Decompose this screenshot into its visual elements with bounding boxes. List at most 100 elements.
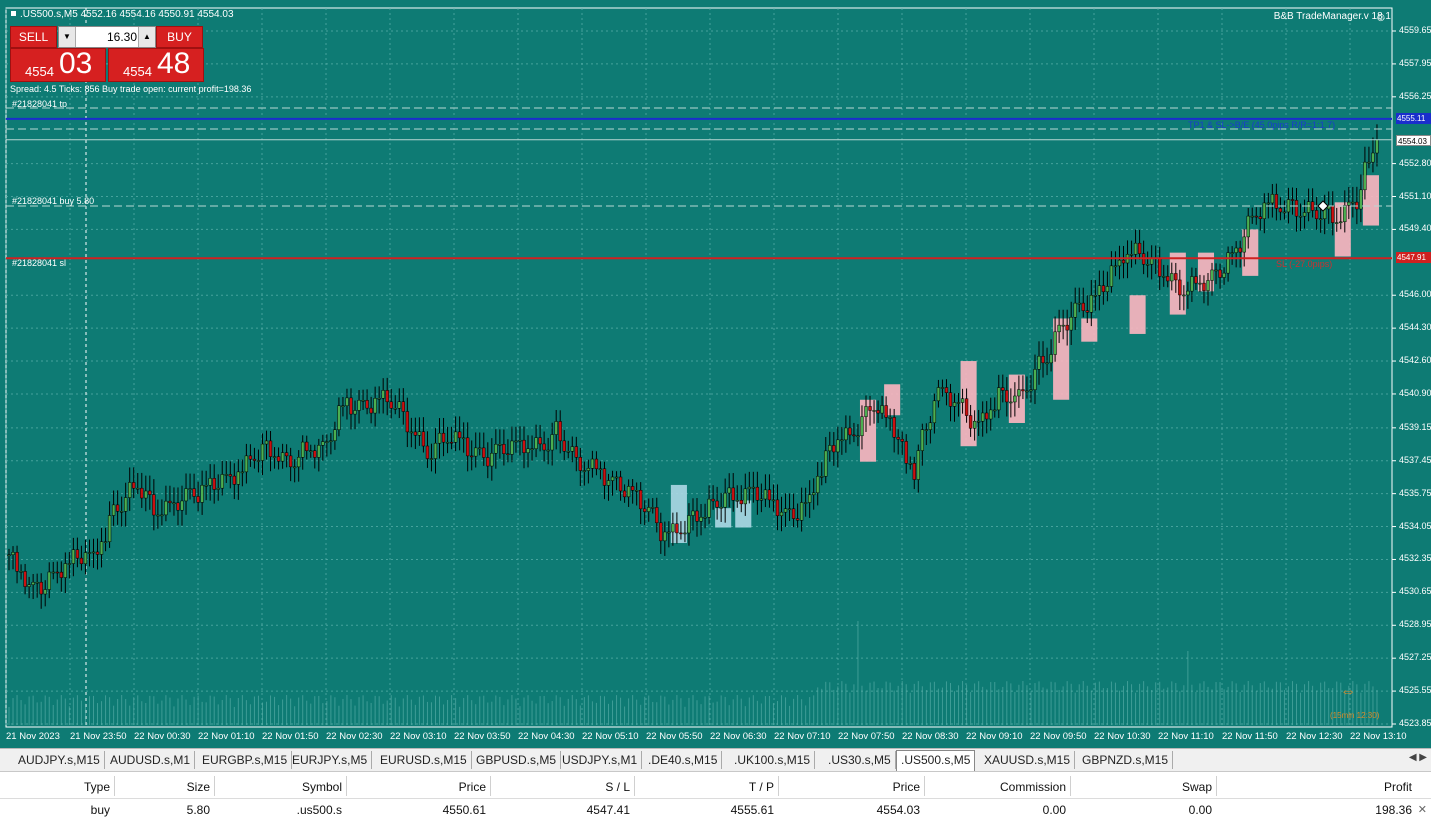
table-header[interactable]: Type (84, 780, 110, 794)
table-header[interactable]: Commission (1000, 780, 1066, 794)
volume-stepper[interactable]: ▼ ▲ (58, 26, 156, 48)
table-header[interactable]: T / P (749, 780, 774, 794)
chart-tab[interactable]: .DE40.s,M15 (644, 751, 723, 769)
candle-bull (1210, 269, 1214, 281)
candle-bear (695, 510, 699, 522)
table-cell[interactable]: 4547.41 (587, 803, 630, 817)
x-axis-label: 21 Nov 23:50 (70, 731, 127, 742)
y-axis-label: 4557.95 (1399, 57, 1431, 68)
candle-bull (803, 502, 808, 504)
candle-bear (594, 458, 599, 470)
candle-bear (506, 453, 510, 455)
candle-bull (626, 486, 631, 498)
chart-tabs: ◀ ▶ AUDJPY.s,M15 AUDUSD.s,M1 EURGBP.s,M15 E… (0, 748, 1431, 771)
chart-area[interactable]: .US500.s,M5 4552.16 4554.16 4550.91 4554… (0, 0, 1431, 748)
y-axis-label: 4551.10 (1399, 190, 1431, 201)
candle-bull (924, 429, 929, 431)
table-cell[interactable]: 4555.61 (731, 803, 774, 817)
candle-bear (1005, 390, 1009, 403)
candle-bull (550, 434, 554, 451)
table-header[interactable]: Symbol (302, 780, 342, 794)
table-cell[interactable]: 4550.61 (443, 803, 486, 817)
candle-bull (763, 489, 768, 500)
chart-tab[interactable]: .UK100.s,M15 (730, 751, 816, 769)
candle-bear (848, 427, 852, 436)
table-header[interactable]: Profit (1384, 780, 1412, 794)
table-header[interactable]: Swap (1182, 780, 1212, 794)
table-header[interactable]: Size (187, 780, 210, 794)
candle-bull (783, 508, 788, 513)
table-cell[interactable]: 198.36 (1375, 803, 1412, 817)
candle-bull (1359, 189, 1363, 210)
chart-tab[interactable]: EURJPY.s,M5 (288, 751, 373, 769)
sell-price[interactable]: 4554 03 (10, 47, 106, 82)
candle-bear (876, 410, 880, 414)
chart-tab[interactable]: AUDJPY.s,M15 (14, 751, 105, 769)
chart-tab[interactable]: .US30.s,M5 (824, 751, 896, 769)
chart-tab[interactable]: GBPUSD.s,M5 (472, 751, 562, 769)
chart-tab[interactable]: USDJPY.s,M1 (558, 751, 643, 769)
candle-bull (180, 500, 184, 511)
candle-bear (775, 499, 780, 517)
table-cell[interactable]: 4554.03 (877, 803, 920, 817)
table-header[interactable]: Price (459, 780, 486, 794)
candle-bear (968, 415, 973, 429)
y-axis-label: 4556.25 (1399, 90, 1431, 101)
candle-bull (1049, 354, 1053, 364)
table-cell[interactable]: 0.00 (1189, 803, 1212, 817)
candle-bull (1089, 295, 1093, 313)
buy-price[interactable]: 4554 48 (108, 47, 204, 82)
candle-bear (168, 500, 172, 504)
buy-button[interactable]: BUY (156, 26, 203, 48)
chart-tab[interactable]: GBPNZD.s,M15 (1078, 751, 1174, 769)
table-header[interactable]: S / L (605, 780, 630, 794)
candle-bull (417, 431, 422, 436)
table-cell[interactable]: buy (91, 803, 110, 817)
chart-tab[interactable]: EURGBP.s,M15 (198, 751, 293, 769)
scale-fix-icon[interactable]: ⇔ (1340, 683, 1356, 701)
candle-bull (200, 484, 204, 503)
x-axis-label: 22 Nov 11:10 (1158, 731, 1214, 742)
candle-bull (1335, 222, 1339, 224)
candle-bear (1194, 276, 1198, 284)
candle-bear (449, 441, 454, 444)
candle-bull (699, 516, 703, 522)
chart-tab[interactable]: XAUUSD.s,M15 (980, 751, 1076, 769)
volume-input[interactable] (77, 28, 139, 46)
candle-bull (586, 468, 591, 471)
price-chart[interactable] (0, 0, 1431, 748)
close-trade-icon[interactable]: ✕ (1418, 803, 1427, 816)
table-cell[interactable]: 0.00 (1043, 803, 1066, 817)
y-axis-label: 4546.00 (1399, 289, 1431, 300)
candle-bull (321, 441, 325, 446)
candle-bear (55, 571, 59, 574)
candle-bear (59, 571, 63, 578)
candle-bear (1065, 324, 1069, 331)
sell-button[interactable]: SELL (10, 26, 57, 48)
candle-bull (787, 508, 792, 511)
candle-bull (87, 552, 92, 554)
candle-bull (19, 571, 23, 573)
chart-tab[interactable]: EURUSD.s,M15 (376, 751, 472, 769)
symbol-info: .US500.s,M5 4552.16 4554.16 4550.91 4554… (20, 9, 234, 20)
y-axis-label: 4544.30 (1399, 322, 1431, 333)
chart-tab[interactable]: AUDUSD.s,M1 (106, 751, 196, 769)
candle-bear (767, 489, 772, 501)
table-cell[interactable]: 5.80 (187, 803, 210, 817)
table-header[interactable]: Price (893, 780, 920, 794)
candle-bear (349, 397, 353, 415)
tp-price-tag: 4555.11 (1396, 113, 1431, 124)
candle-bear (896, 437, 900, 440)
candle-bear (79, 557, 84, 565)
volume-decrease-icon[interactable]: ▼ (59, 27, 76, 47)
candle-bear (23, 571, 27, 587)
table-cell[interactable]: .us500.s (297, 803, 342, 817)
chart-tab[interactable]: .US500.s,M5 (896, 750, 976, 771)
tab-scroll-icon[interactable]: ◀ ▶ (1409, 752, 1427, 763)
candle-bull (103, 541, 108, 543)
candle-bull (824, 450, 828, 477)
candle-bull (1053, 331, 1057, 355)
candle-bull (864, 406, 868, 417)
tp-line-label: #21828041 tp (12, 99, 68, 109)
volume-increase-icon[interactable]: ▲ (138, 27, 155, 47)
